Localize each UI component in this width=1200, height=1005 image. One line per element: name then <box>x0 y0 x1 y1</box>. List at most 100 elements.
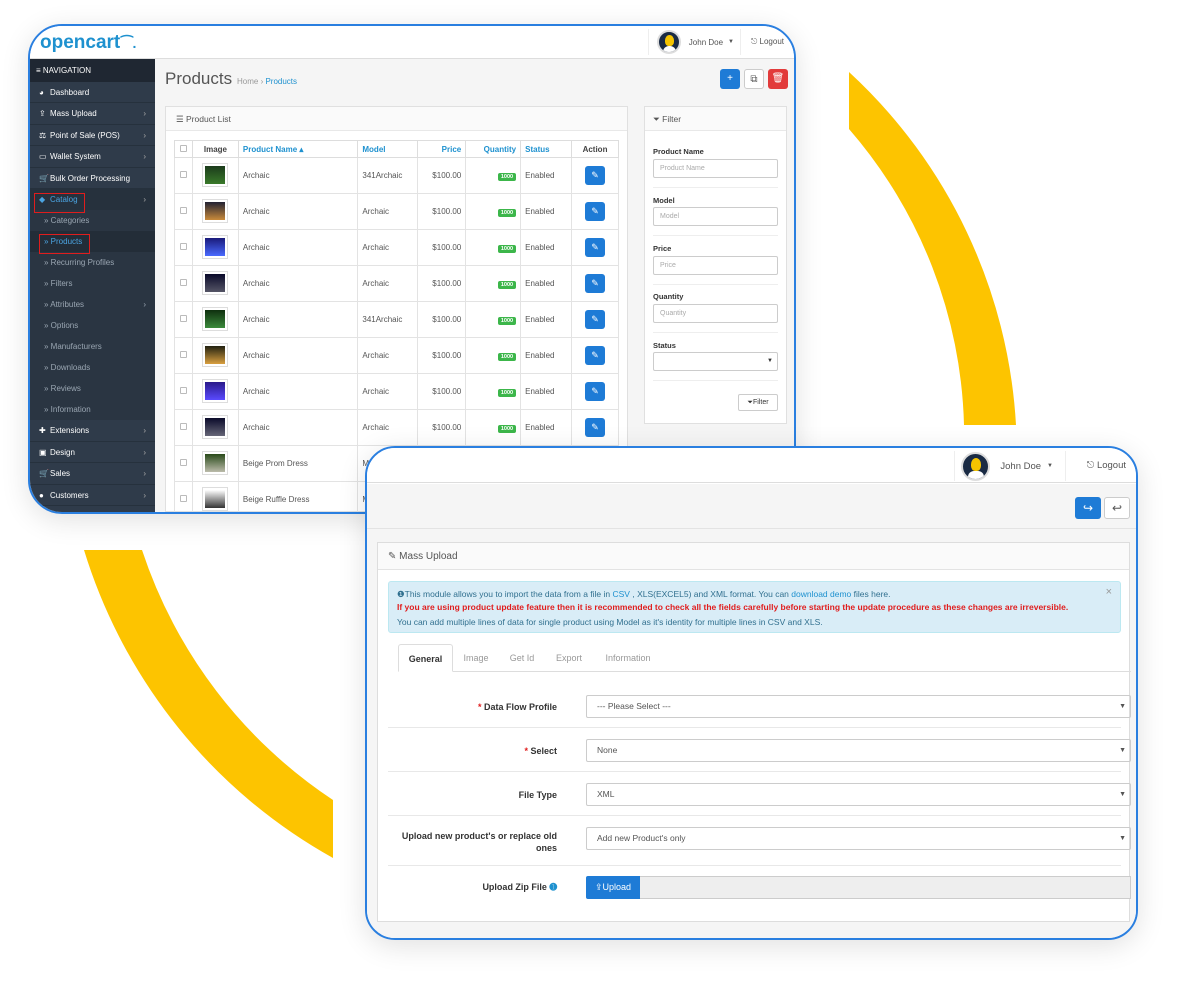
sidebar-item-design[interactable]: ▣ Design › <box>30 442 155 464</box>
pencil-icon: ✎ <box>591 314 599 324</box>
filter-status-select[interactable]: ▼ <box>653 352 778 371</box>
user-name: John Doe <box>1000 460 1042 472</box>
filter-price-input[interactable]: Price <box>653 256 778 275</box>
breadcrumb-home[interactable]: Home <box>237 77 258 86</box>
status-cell: Enabled <box>520 373 573 410</box>
sidebar-item-customers[interactable]: ● Customers › <box>30 485 155 506</box>
upload-file-field[interactable] <box>640 876 1131 899</box>
row-checkbox[interactable] <box>179 495 187 502</box>
sidebar-subitem-options[interactable]: » Options <box>30 315 155 337</box>
upload-mode-select[interactable]: Add new Product's only ▼ <box>586 827 1131 850</box>
sidebar-item-sales[interactable]: 🛒Sales › <box>30 463 155 485</box>
pencil-icon: ✎ <box>388 551 400 562</box>
delete-button[interactable]: 🗑 <box>768 69 788 89</box>
divider <box>653 235 778 236</box>
close-icon[interactable]: × <box>1106 586 1112 599</box>
product-thumbnail <box>202 342 229 367</box>
edit-button[interactable]: ✎ <box>585 202 606 221</box>
edit-button[interactable]: ✎ <box>585 418 606 437</box>
edit-button[interactable]: ✎ <box>585 310 606 329</box>
row-checkbox[interactable] <box>179 279 187 286</box>
mass-upload-panel: ✎ Mass Upload ❶This module allows you to… <box>377 542 1131 922</box>
filter-button-label: Filter <box>753 399 769 406</box>
sidebar-subitem-recurring-profiles[interactable]: » Recurring Profiles <box>30 252 155 274</box>
row-checkbox[interactable] <box>179 315 187 322</box>
sidebar-subitem-information[interactable]: » Information <box>30 399 155 421</box>
upload-button[interactable]: ⇪Upload <box>586 876 640 899</box>
select-all-checkbox[interactable] <box>179 144 187 152</box>
tab-get-id[interactable]: Get Id <box>499 644 545 672</box>
sidebar-item-extensions[interactable]: ✚ Extensions › <box>30 420 155 442</box>
logout-link[interactable]: ⎋ Logout <box>739 29 784 55</box>
edit-button[interactable]: ✎ <box>585 238 606 257</box>
filter-product-name-input[interactable]: Product Name <box>653 159 778 178</box>
image-cell <box>191 157 239 194</box>
tab-image[interactable]: Image <box>453 644 499 672</box>
sidebar-subitem-downloads[interactable]: » Downloads <box>30 357 155 379</box>
breadcrumb-products[interactable]: Products <box>265 77 297 86</box>
divider <box>653 332 778 333</box>
csv-link[interactable]: CSV <box>613 589 630 599</box>
download-demo-link[interactable]: download demo <box>791 589 851 599</box>
sidebar-subitem-reviews[interactable]: » Reviews <box>30 378 155 400</box>
model-cell: 341Archaic <box>357 301 419 338</box>
file-type-select[interactable]: XML ▼ <box>586 783 1131 806</box>
edit-button[interactable]: ✎ <box>585 382 606 401</box>
tab-information[interactable]: Information <box>593 644 663 672</box>
user-menu[interactable]: John Doe ▼ <box>954 451 1066 481</box>
opencart-logo[interactable]: opencart⁀. <box>40 32 136 54</box>
col-price[interactable]: Price <box>417 140 467 158</box>
form-row: * Select None ▼ <box>388 728 1131 772</box>
sidebar-item-mass-upload[interactable]: ⇪ Mass Upload › <box>30 103 155 125</box>
quantity-cell: 1000 <box>465 265 522 302</box>
image-cell <box>191 373 239 410</box>
sidebar-subitem-attributes[interactable]: » Attributes › <box>30 294 155 316</box>
pencil-icon: ✎ <box>591 386 599 396</box>
add-button[interactable]: + <box>720 69 740 89</box>
row-checkbox[interactable] <box>179 171 187 178</box>
sidebar-subitem-manufacturers[interactable]: » Manufacturers <box>30 336 155 358</box>
filter-model-input[interactable]: Model <box>653 207 778 226</box>
sidebar-item-label: Wallet System <box>50 152 101 162</box>
edit-button[interactable]: ✎ <box>585 166 606 185</box>
logout-link[interactable]: ⎋ Logout <box>1087 451 1126 481</box>
sidebar-item-point-of-sale-pos[interactable]: ⚖ Point of Sale (POS) › <box>30 125 155 147</box>
select-select[interactable]: None ▼ <box>586 739 1131 762</box>
data-flow-profile-select[interactable]: --- Please Select --- ▼ <box>586 695 1131 718</box>
pencil-icon: ✎ <box>591 206 599 216</box>
double-chevron-icon: » <box>44 384 51 394</box>
row-checkbox[interactable] <box>179 351 187 358</box>
chevron-down-icon: ▼ <box>1119 747 1126 754</box>
col-status[interactable]: Status <box>520 140 573 158</box>
row-checkbox[interactable] <box>179 459 187 466</box>
action-cell: ✎ <box>571 409 619 446</box>
tab-general[interactable]: General <box>398 644 453 672</box>
sidebar-item-dashboard[interactable]: ◕ Dashboard <box>30 82 155 104</box>
col-quantity[interactable]: Quantity <box>465 140 522 158</box>
sidebar-item-wallet-system[interactable]: ▭ Wallet System › <box>30 146 155 168</box>
copy-button[interactable]: ⧉ <box>744 69 764 89</box>
navigation-header[interactable]: ≡ NAVIGATION <box>30 59 155 82</box>
col-model[interactable]: Model <box>357 140 419 158</box>
filter-button[interactable]: ⏷Filter <box>738 394 778 411</box>
back-button[interactable]: ↩ <box>1104 497 1130 519</box>
cart-icon: 🛒 <box>39 173 49 183</box>
sidebar-subitem-categories[interactable]: » Categories <box>30 210 155 232</box>
menu-icon: ≡ <box>36 66 43 75</box>
col-product-name[interactable]: Product Name ▴ <box>237 140 359 158</box>
row-checkbox[interactable] <box>179 423 187 430</box>
help-icon[interactable]: ➊ <box>549 882 557 892</box>
row-checkbox[interactable] <box>179 243 187 250</box>
edit-button[interactable]: ✎ <box>585 274 606 293</box>
user-menu[interactable]: John Doe ▼ <box>647 29 734 55</box>
row-checkbox[interactable] <box>179 207 187 214</box>
row-checkbox[interactable] <box>179 387 187 394</box>
filter-quantity-input[interactable]: Quantity <box>653 304 778 323</box>
sidebar-subitem-filters[interactable]: » Filters <box>30 273 155 295</box>
sidebar-item-bulk-order-processing[interactable]: 🛒Bulk Order Processing <box>30 168 155 189</box>
product-name-cell: Archaic <box>237 229 359 266</box>
tab-export[interactable]: Export <box>545 644 593 672</box>
save-button[interactable]: ↪ <box>1075 497 1101 519</box>
edit-button[interactable]: ✎ <box>585 346 606 365</box>
info-alert: ❶This module allows you to import the da… <box>388 581 1121 633</box>
